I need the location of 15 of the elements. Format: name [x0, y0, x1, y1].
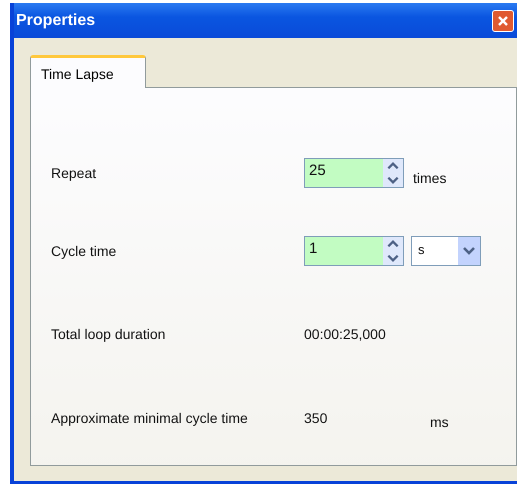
close-icon [497, 14, 509, 26]
spin-field[interactable]: 1 [304, 236, 404, 266]
unit-label: ms [430, 414, 449, 430]
field-label: Repeat [51, 165, 98, 181]
unit-label: times [413, 170, 446, 186]
close-button[interactable] [492, 10, 514, 32]
field-label: Approximate minimal cycle time [51, 410, 249, 426]
value-text: 350 [304, 410, 328, 426]
spin-field[interactable]: 25 [304, 158, 404, 188]
unit-dropdown[interactable]: s [411, 236, 481, 266]
window-title: Properties [16, 12, 96, 30]
field-label: Total loop duration [51, 326, 166, 342]
field-label: Cycle time [51, 243, 118, 259]
tab[interactable]: Time Lapse [30, 55, 146, 88]
value-text: 00:00:25,000 [304, 326, 387, 342]
